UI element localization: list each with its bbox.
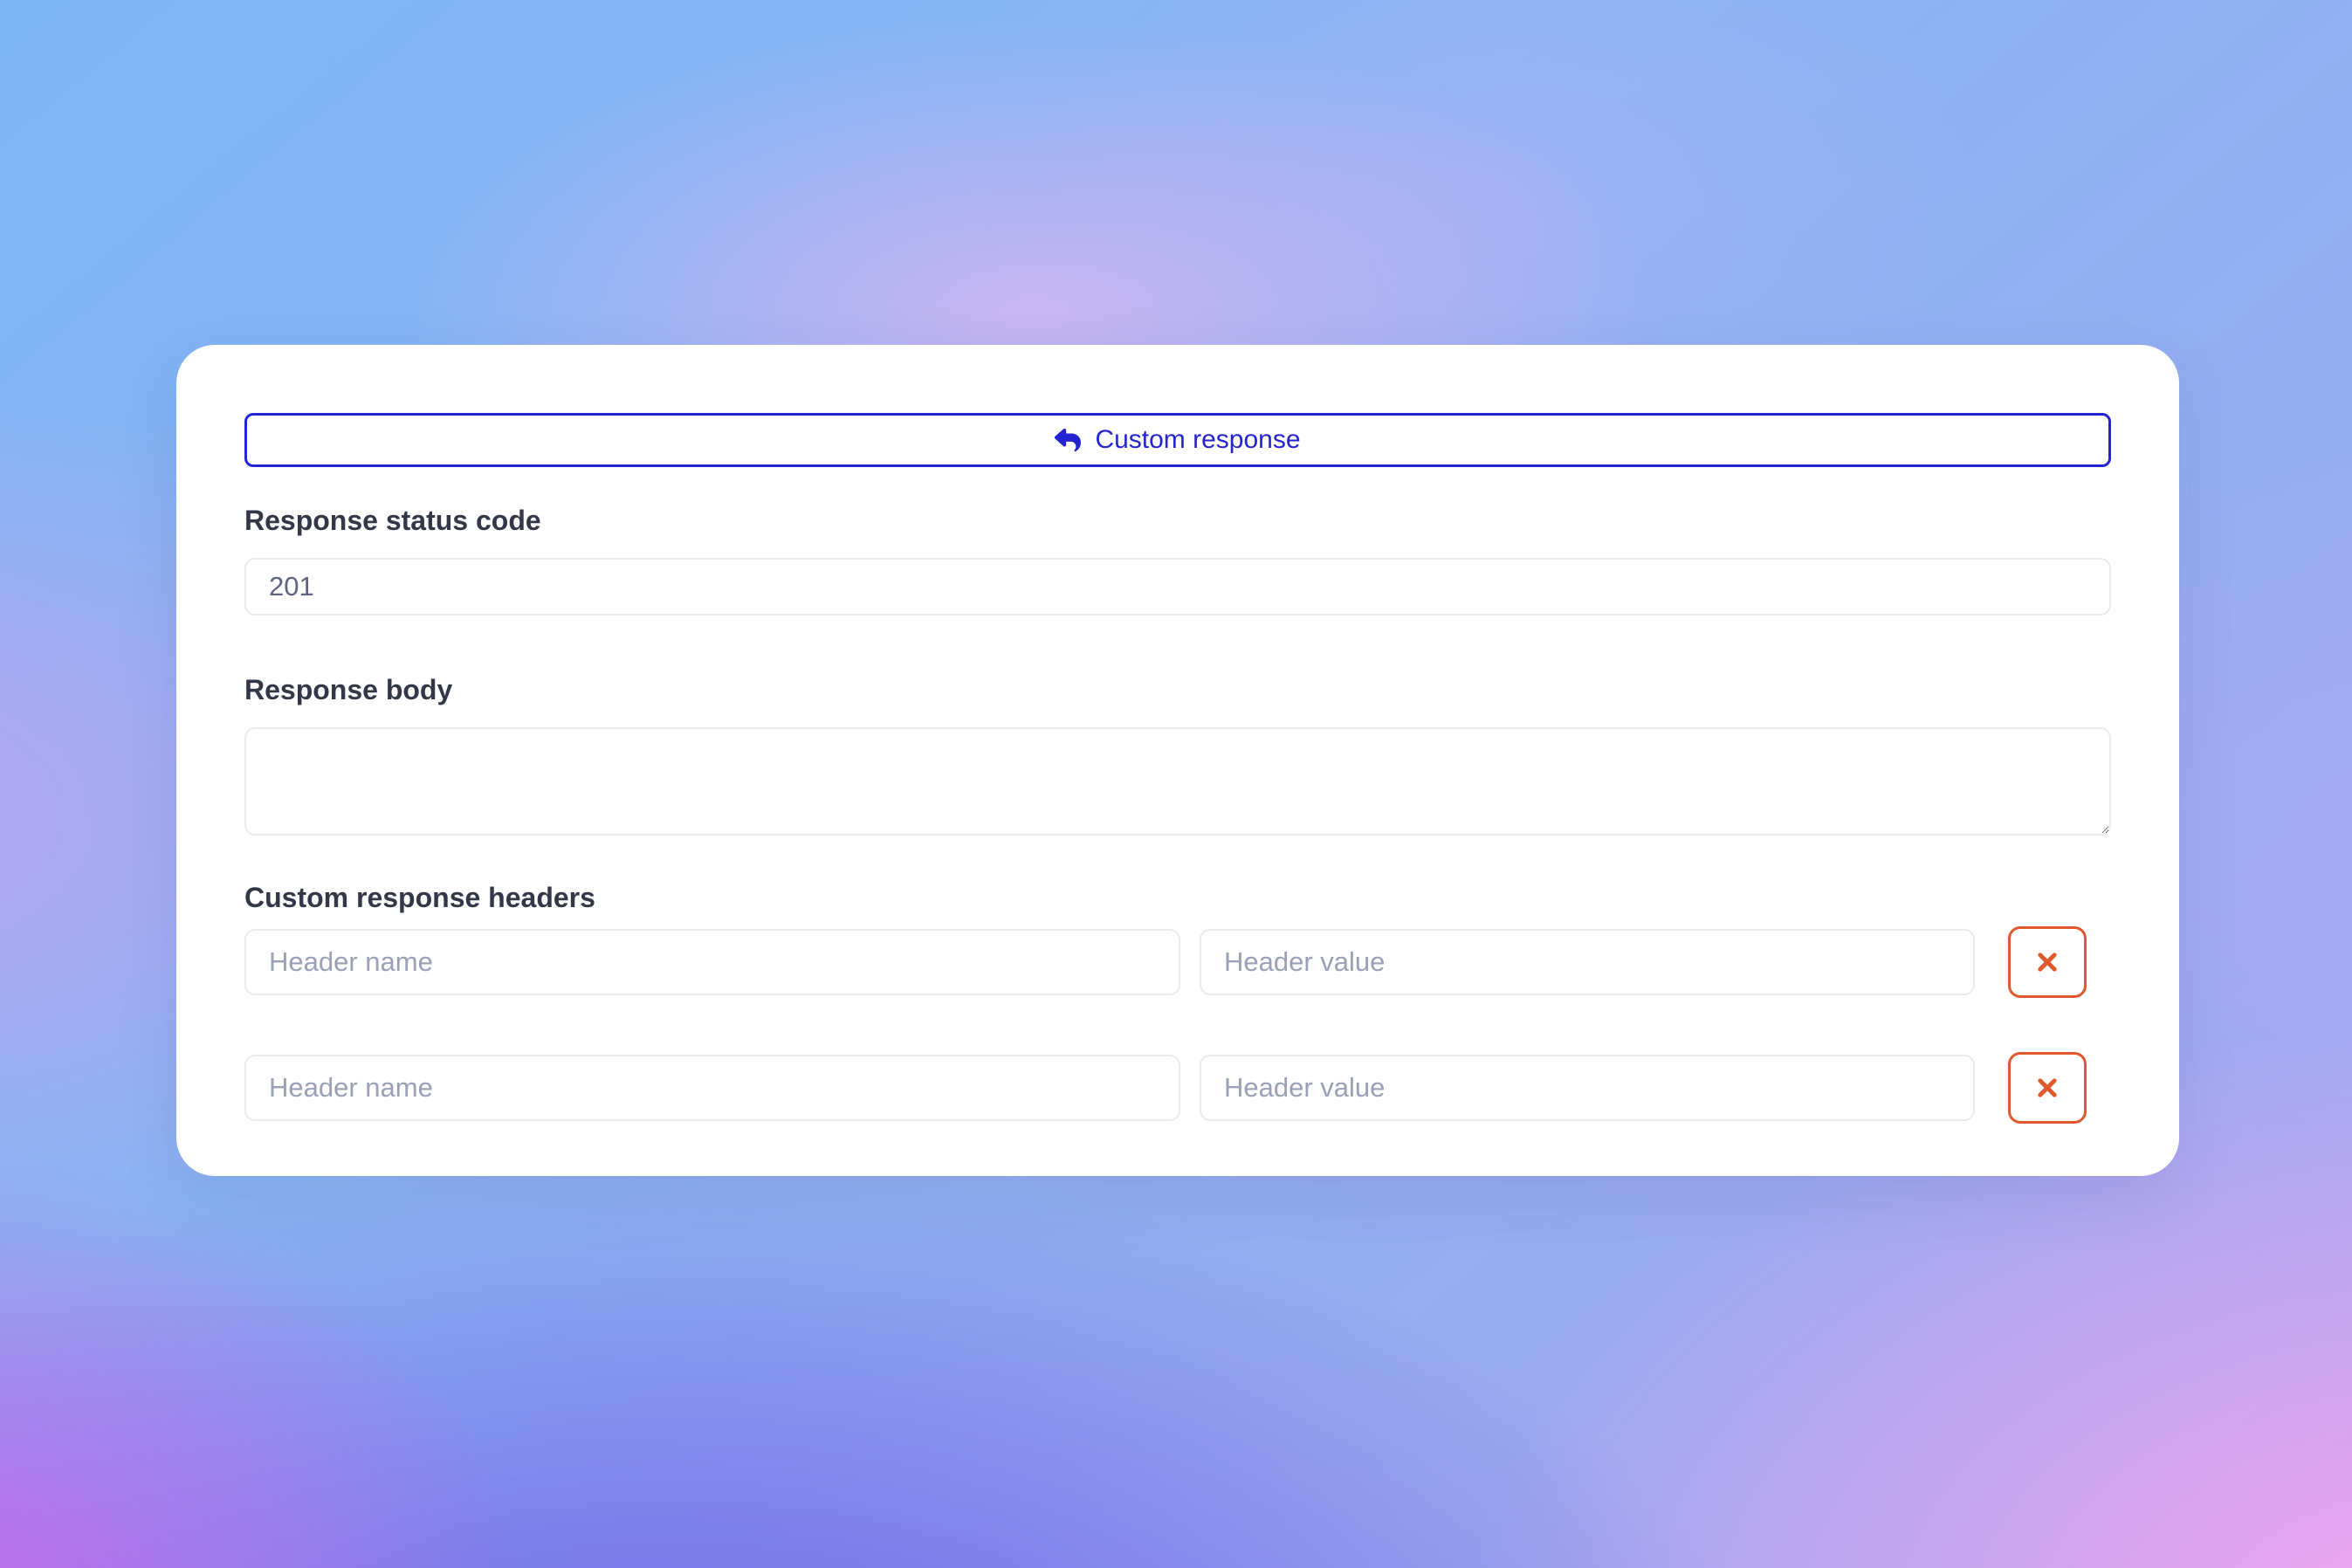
custom-response-button[interactable]: Custom response [244,413,2111,467]
custom-response-card: Custom response Response status code Res… [176,345,2179,1176]
reply-icon [1055,427,1081,453]
x-icon [2032,1072,2063,1104]
header-name-input-2[interactable] [244,1055,1180,1121]
remove-header-row-2-button[interactable] [2008,1052,2087,1124]
header-row-2 [244,1052,2111,1124]
response-body-label: Response body [244,673,2111,706]
response-status-code-input[interactable] [244,558,2111,616]
header-name-input-1[interactable] [244,929,1180,995]
response-body-textarea[interactable] [244,727,2111,836]
header-value-input-2[interactable] [1200,1055,1975,1121]
custom-response-button-label: Custom response [1095,425,1300,455]
header-row-1 [244,926,2111,998]
response-status-code-label: Response status code [244,504,2111,537]
remove-header-row-1-button[interactable] [2008,926,2087,998]
header-value-input-1[interactable] [1200,929,1975,995]
custom-response-headers-label: Custom response headers [244,881,2111,914]
x-icon [2032,946,2063,978]
